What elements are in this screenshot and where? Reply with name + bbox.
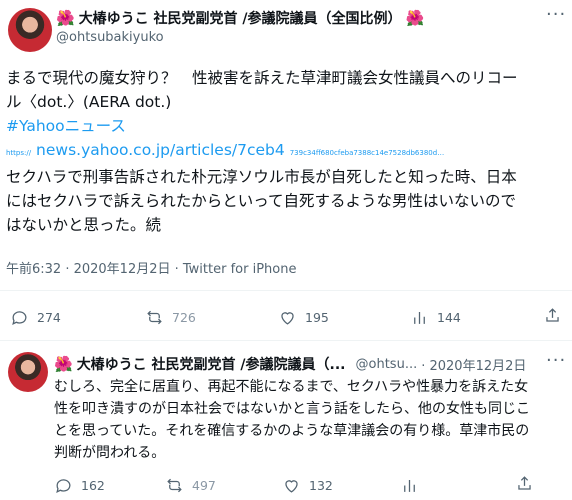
reply-icon <box>56 479 71 494</box>
share-icon <box>518 476 531 490</box>
retweet-count: 726 <box>172 310 196 325</box>
retweet-button[interactable]: 726 <box>145 308 196 327</box>
tweet-date[interactable]: · 2020年12月2日 <box>421 355 526 374</box>
tweet-line: ル〈dot.〉(AERA dot.) <box>6 93 172 111</box>
tweet-line: とを思っていた。それを確信するかのような草津議会の有り様。草津市民の <box>54 423 530 439</box>
tweet-line: はないかと思った。続 <box>6 216 162 234</box>
analytics-icon <box>414 311 425 324</box>
heart-icon <box>281 312 294 325</box>
views-count: 144 <box>437 310 461 325</box>
reply-count: 274 <box>37 310 61 325</box>
author-handle[interactable]: @ohtsubakiyuko <box>56 30 164 45</box>
reply-count: 162 <box>81 478 105 493</box>
author-name[interactable]: 大椿ゆうこ 社民党副党首 /参議院議員（... <box>77 354 346 374</box>
retweet-icon <box>167 478 182 493</box>
tweet-text: むしろ、完全に居直り、再起不能になるまで、セクハラや性暴力を訴えた女 性を叩き潰… <box>54 376 568 464</box>
share-button[interactable] <box>543 306 562 325</box>
tweet-text: まるで現代の魔女狩り？ 性被害を訴えた草津町議会女性議員へのリコー ル〈dot.… <box>6 66 570 237</box>
reply-header: 🌺 大椿ゆうこ 社民党副党首 /参議院議員（... @ohtsu... · 20… <box>54 354 544 374</box>
url-tail: 739c34ff680cfeba7388c14e7528db6380d… <box>289 149 445 157</box>
tweet-line: セクハラで刑事告訴された朴元淳ソウル市長が自死したと知った時、日本 <box>6 168 517 186</box>
views-button[interactable]: 144 <box>410 308 461 327</box>
reply-icon <box>12 311 27 326</box>
retweet-button[interactable]: 497 <box>165 476 216 495</box>
retweet-count: 497 <box>192 478 216 493</box>
more-options-icon[interactable]: ··· <box>546 4 566 25</box>
author-avatar[interactable] <box>8 8 52 52</box>
like-button[interactable]: 132 <box>282 476 333 495</box>
divider <box>0 340 572 341</box>
article-link[interactable]: https:// news.yahoo.co.jp/articles/7ceb4… <box>6 138 570 165</box>
author-name[interactable]: 大椿ゆうこ 社民党副党首 /参議院議員（全国比例） <box>79 8 402 28</box>
tweet-line: 性を叩き潰すのが日本社会ではないかと言う話をしたら、他の女性も同じこ <box>54 401 530 417</box>
retweet-icon <box>147 310 162 325</box>
heart-icon <box>285 480 298 493</box>
hibiscus-icon: 🌺 <box>54 355 73 373</box>
tweet-line: むしろ、完全に居直り、再起不能になるまで、セクハラや性暴力を訴えた女 <box>54 379 529 395</box>
divider <box>0 290 572 291</box>
tweet-line: にはセクハラで訴えられたからといって自死するような男性はいないので <box>6 192 516 210</box>
like-count: 132 <box>309 478 333 493</box>
author-header: 🌺 大椿ゆうこ 社民党副党首 /参議院議員（全国比例） 🌺 <box>56 8 424 28</box>
reply-button[interactable]: 162 <box>54 476 105 495</box>
reply-button[interactable]: 274 <box>10 308 61 327</box>
hibiscus-icon: 🌺 <box>56 9 75 27</box>
hashtag-link[interactable]: #Yahooニュース <box>6 114 570 138</box>
share-button[interactable] <box>515 474 534 493</box>
more-options-icon[interactable]: ··· <box>546 350 566 371</box>
url-prefix: https:// <box>6 149 32 157</box>
share-icon <box>546 308 559 322</box>
views-button[interactable] <box>400 476 419 495</box>
like-button[interactable]: 195 <box>278 308 329 327</box>
hibiscus-icon: 🌺 <box>405 9 425 27</box>
tweet-timestamp[interactable]: 午前6:32 · 2020年12月2日 · Twitter for iPhone <box>6 258 296 277</box>
like-count: 195 <box>305 310 329 325</box>
tweet-line: まるで現代の魔女狩り？ 性被害を訴えた草津町議会女性議員へのリコー <box>6 69 518 87</box>
url-main: news.yahoo.co.jp/articles/7ceb4 <box>36 141 285 159</box>
tweet-line: 判断が問われる。 <box>54 445 166 461</box>
author-avatar[interactable] <box>8 352 48 392</box>
author-handle[interactable]: @ohtsu... <box>356 357 418 372</box>
analytics-icon <box>404 479 415 492</box>
